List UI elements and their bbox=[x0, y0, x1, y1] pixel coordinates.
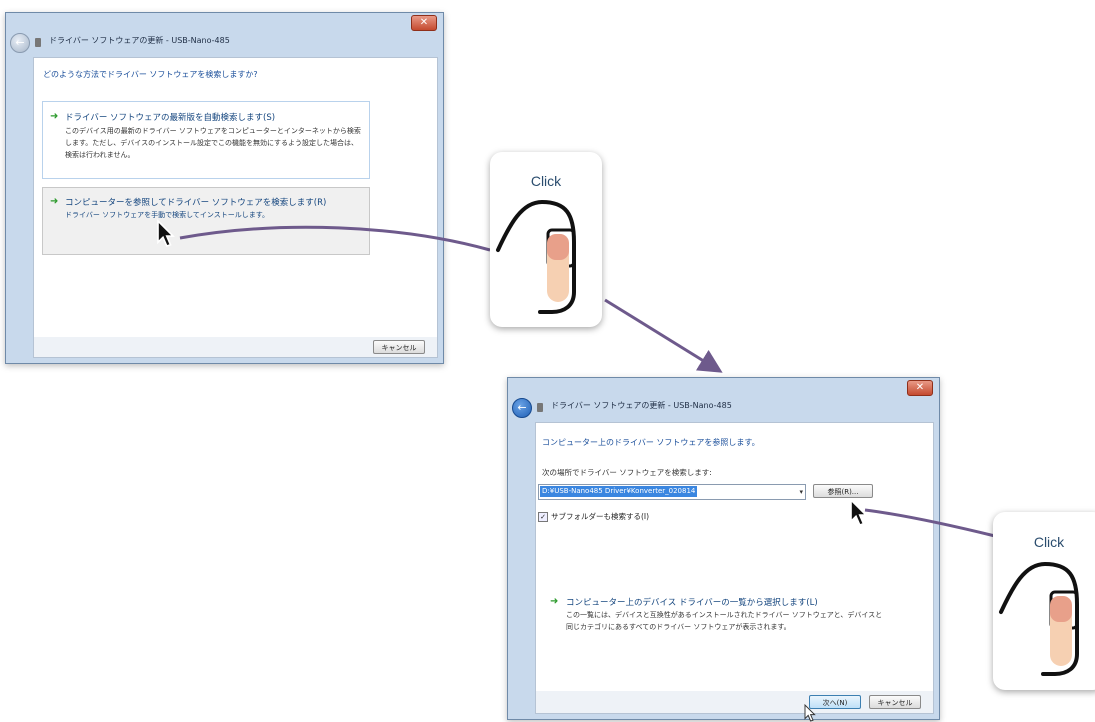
mouse-click-icon bbox=[496, 199, 576, 314]
connector-line-to-option bbox=[179, 225, 491, 252]
connector-overlay bbox=[157, 219, 996, 722]
click-instruction-card: Click bbox=[490, 152, 602, 327]
mouse-click-icon bbox=[999, 561, 1079, 676]
cursor-icon bbox=[850, 498, 868, 527]
cursor-icon bbox=[157, 219, 175, 248]
connector-line-to-browse bbox=[864, 508, 996, 538]
click-instruction-card: Click bbox=[993, 512, 1095, 690]
cursor-icon bbox=[804, 703, 816, 722]
connector-arrow-to-dialog2 bbox=[604, 298, 723, 373]
